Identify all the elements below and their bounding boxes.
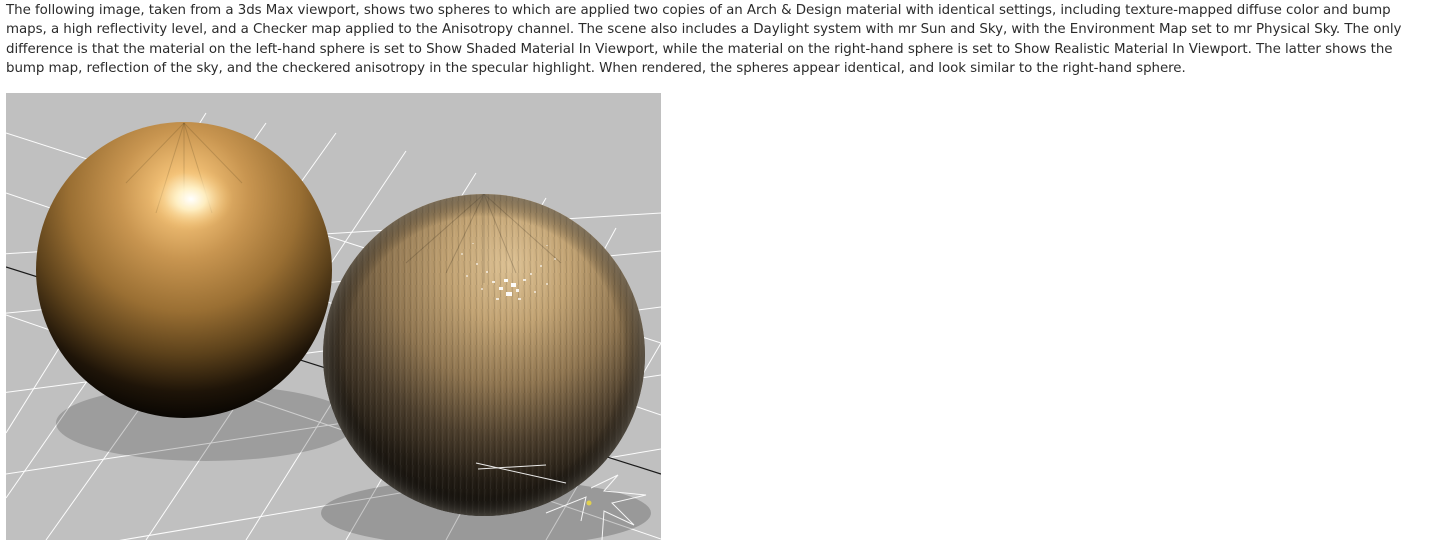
document: The following image, taken from a 3ds Ma… [0,0,1437,545]
viewport-image [6,93,661,540]
sun-marker-icon [586,500,592,506]
description-text: The following image, taken from a 3ds Ma… [6,3,1402,77]
viewport-render [6,93,661,540]
left-sphere [36,122,332,418]
